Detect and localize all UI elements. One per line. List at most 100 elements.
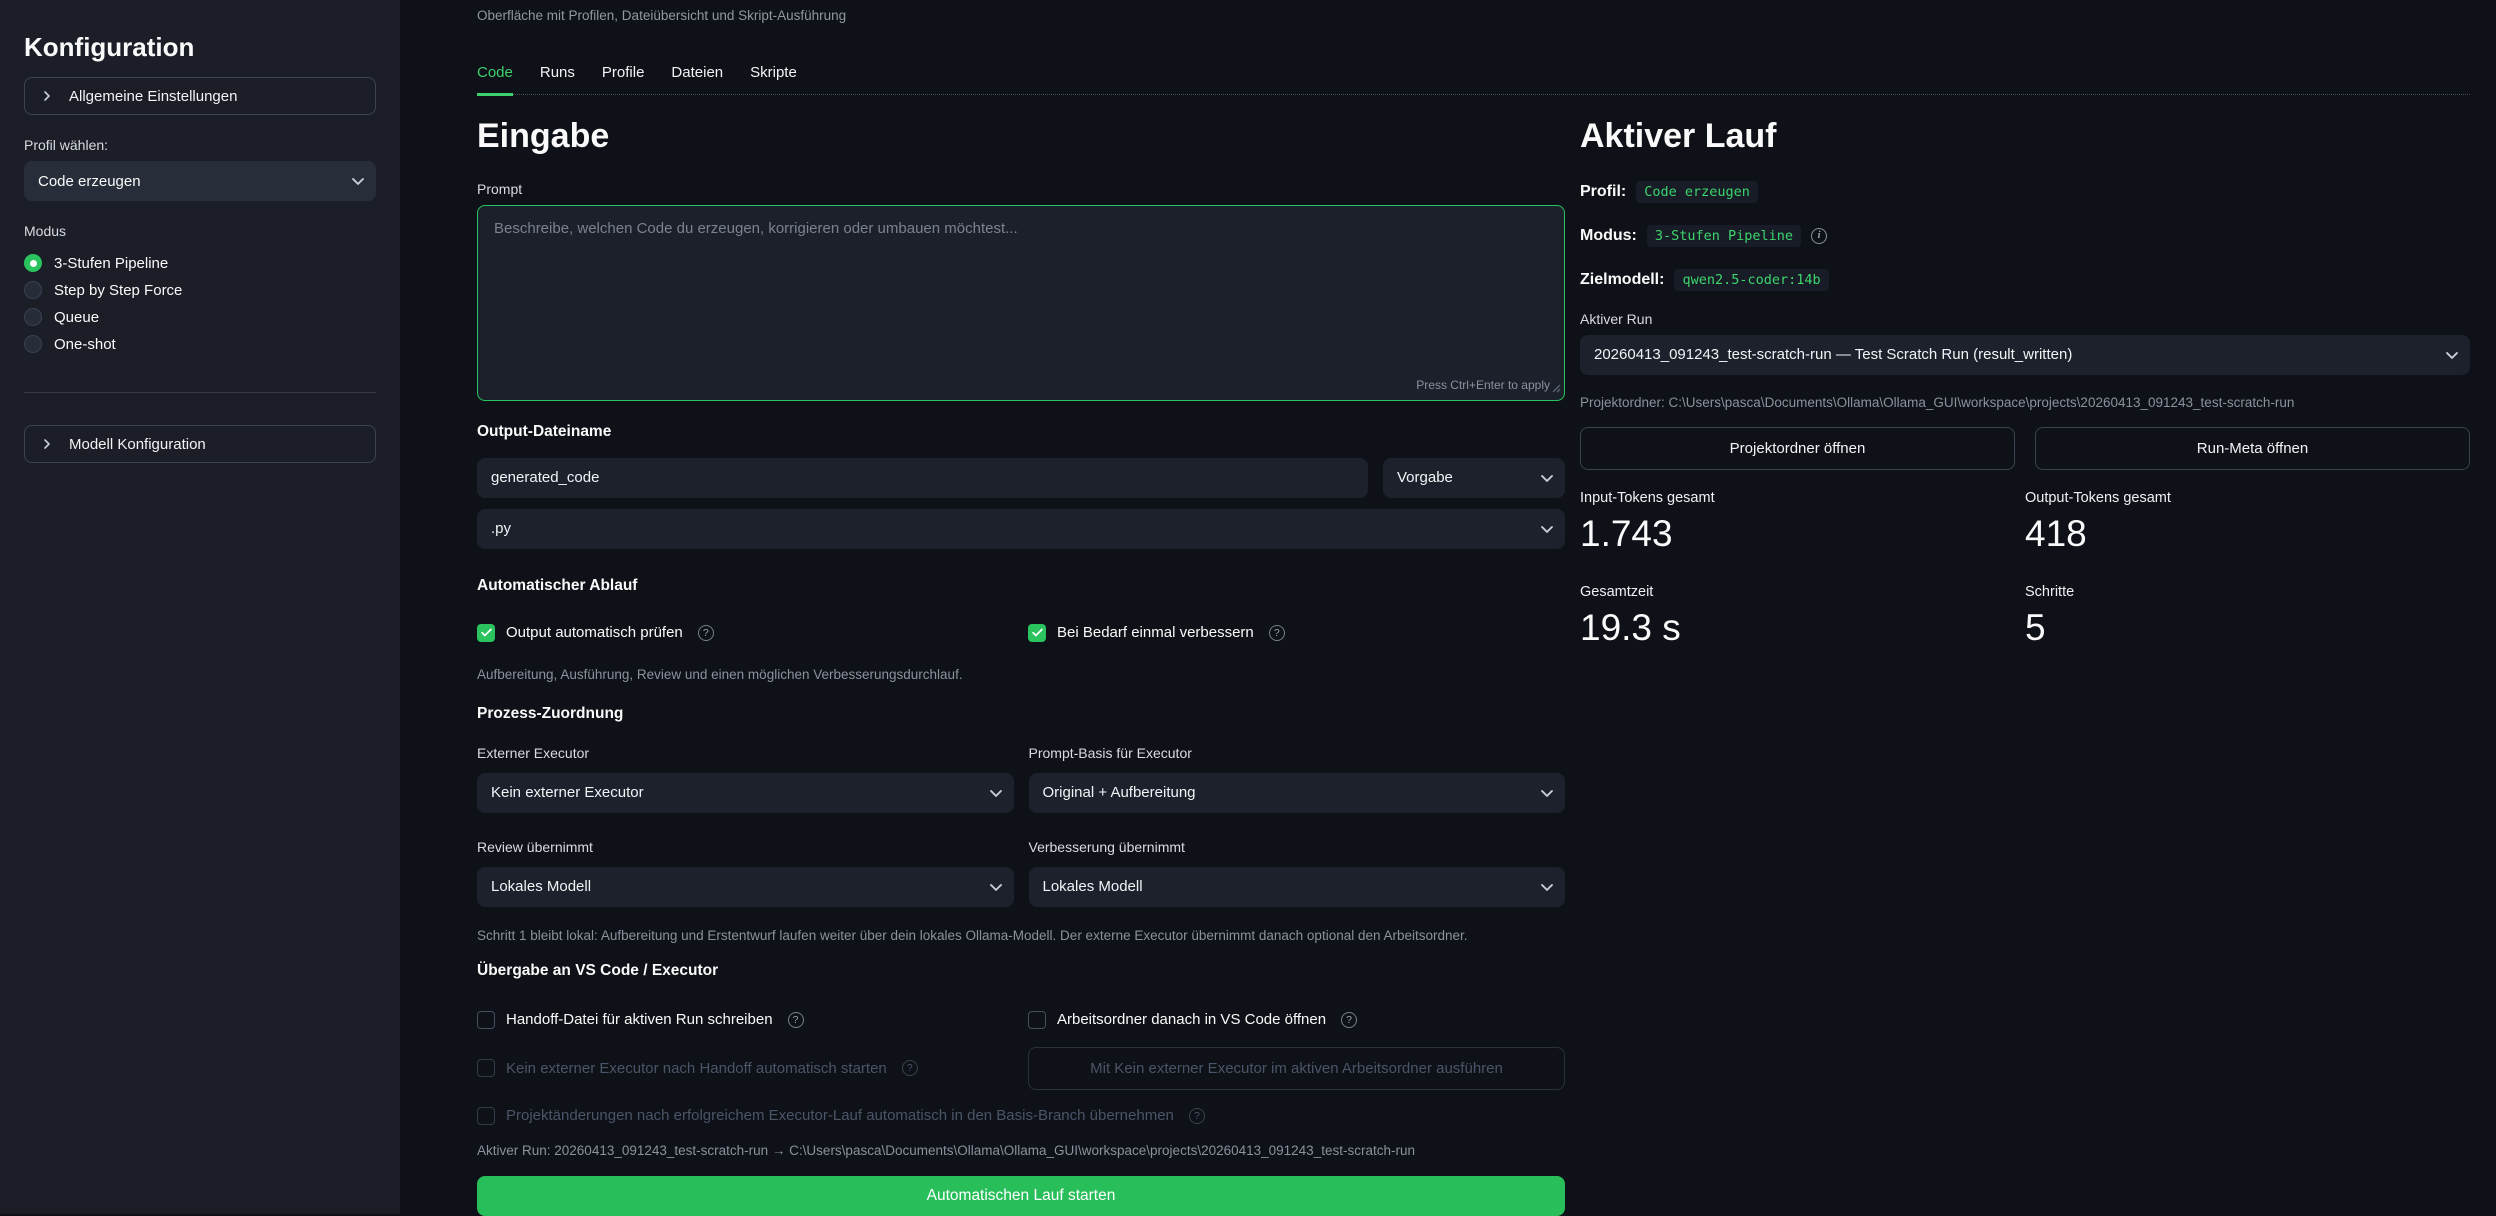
checkbox-merge-to-base-branch: Projektänderungen nach erfolgreichem Exe… xyxy=(477,1107,1565,1125)
filename-preset-select[interactable]: Vorgabe xyxy=(1383,458,1565,498)
open-run-meta-button[interactable]: Run-Meta öffnen xyxy=(2035,427,2470,470)
active-run-title: Aktiver Lauf xyxy=(1580,116,2470,157)
tab-runs[interactable]: Runs xyxy=(540,64,575,94)
chevron-down-icon xyxy=(986,877,1006,897)
metric-value: 1.743 xyxy=(1580,514,2025,555)
sidebar-divider xyxy=(24,392,376,393)
active-run-select-label: Aktiver Run xyxy=(1580,311,2470,327)
profile-select[interactable]: Code erzeugen xyxy=(24,161,376,201)
metric-input-tokens: Input-Tokens gesamt 1.743 xyxy=(1580,490,2025,555)
prompt-basis-select[interactable]: Original + Aufbereitung xyxy=(1029,773,1566,813)
process-section: Prozess-Zuordnung xyxy=(477,705,1565,723)
filename-preset-value: Vorgabe xyxy=(1397,469,1453,486)
checkbox-write-handoff[interactable]: Handoff-Datei für aktiven Run schreiben … xyxy=(477,1011,1028,1029)
radio-label: 3-Stufen Pipeline xyxy=(54,255,168,272)
checkbox-auto-check-output[interactable]: Output automatisch prüfen ? xyxy=(477,624,1028,642)
app-root: { "icons": { "help": "?", "info": "i" },… xyxy=(0,0,2496,1214)
metric-steps: Schritte 5 xyxy=(2025,584,2470,649)
resize-handle-icon[interactable] xyxy=(1550,380,1561,397)
checkbox-label: Output automatisch prüfen xyxy=(506,624,683,641)
external-executor-select[interactable]: Kein externer Executor xyxy=(477,773,1014,813)
profile-select-value: Code erzeugen xyxy=(38,173,141,190)
tab-dateien[interactable]: Dateien xyxy=(671,64,723,94)
chevron-down-icon xyxy=(1537,519,1557,539)
chevron-down-icon xyxy=(2442,345,2462,365)
start-auto-run-button[interactable]: Automatischen Lauf starten xyxy=(477,1176,1565,1216)
file-extension-value: .py xyxy=(491,520,511,537)
checkbox-unchecked-icon xyxy=(477,1059,495,1077)
chevron-down-icon xyxy=(348,171,368,191)
help-icon: ? xyxy=(698,625,714,641)
external-executor-value: Kein externer Executor xyxy=(491,784,644,801)
tab-profile[interactable]: Profile xyxy=(602,64,645,94)
active-run-panel: Aktiver Lauf Profil: Code erzeugen Modus… xyxy=(1580,100,2470,649)
checkbox-unchecked-icon xyxy=(1028,1011,1046,1029)
radio-label: One-shot xyxy=(54,336,116,353)
review-label: Review übernimmt xyxy=(477,839,1014,855)
chevron-right-icon xyxy=(39,436,55,452)
prompt-basis-value: Original + Aufbereitung xyxy=(1043,784,1196,801)
checkbox-improve-once[interactable]: Bei Bedarf einmal verbessern ? xyxy=(1028,624,1565,642)
help-icon: ? xyxy=(788,1012,804,1028)
active-run-caption: Aktiver Run: 20260413_091243_test-scratc… xyxy=(477,1143,1565,1158)
metric-output-tokens: Output-Tokens gesamt 418 xyxy=(2025,490,2470,555)
radio-option-pipeline[interactable]: 3-Stufen Pipeline xyxy=(24,253,376,273)
target-model-value: qwen2.5-coder:14b xyxy=(1674,269,1828,291)
checkbox-label: Handoff-Datei für aktiven Run schreiben xyxy=(506,1011,773,1028)
chevron-down-icon xyxy=(986,783,1006,803)
file-extension-select[interactable]: .py xyxy=(477,509,1565,549)
review-select[interactable]: Lokales Modell xyxy=(477,867,1014,907)
project-folder-caption: Projektordner: C:\Users\pasca\Documents\… xyxy=(1580,395,2470,410)
input-section: Eingabe Prompt Press Ctrl+Enter to apply… xyxy=(477,100,1565,1216)
prompt-textarea-wrapper: Press Ctrl+Enter to apply xyxy=(477,205,1565,401)
active-run-select-value: 20260413_091243_test-scratch-run — Test … xyxy=(1594,346,2072,363)
mode-group-label: Modus xyxy=(24,223,376,239)
checkbox-autostart-executor: Kein externer Executor nach Handoff auto… xyxy=(477,1059,1028,1077)
mode-info-label: Modus: xyxy=(1580,227,1637,245)
page-title: Eingabe xyxy=(477,116,1565,157)
checkbox-open-vscode[interactable]: Arbeitsordner danach in VS Code öffnen ? xyxy=(1028,1011,1565,1029)
radio-label: Step by Step Force xyxy=(54,282,182,299)
checkbox-checked-icon xyxy=(477,624,495,642)
radio-unselected-icon xyxy=(24,281,42,299)
checkbox-label: Projektänderungen nach erfolgreichem Exe… xyxy=(506,1107,1174,1124)
sidebar-title: Konfiguration xyxy=(24,32,376,63)
radio-option-one-shot[interactable]: One-shot xyxy=(24,334,376,354)
expander-model-config[interactable]: Modell Konfiguration xyxy=(24,425,376,463)
mode-radio-group: 3-Stufen Pipeline Step by Step Force Que… xyxy=(24,253,376,354)
expander-general-settings[interactable]: Allgemeine Einstellungen xyxy=(24,77,376,115)
run-executor-button: Mit Kein externer Executor im aktiven Ar… xyxy=(1028,1047,1565,1090)
open-project-folder-button[interactable]: Projektordner öffnen xyxy=(1580,427,2015,470)
handoff-section: Übergabe an VS Code / Executor xyxy=(477,962,1565,980)
chevron-down-icon xyxy=(1537,468,1557,488)
improvement-select[interactable]: Lokales Modell xyxy=(1029,867,1566,907)
app-subtitle: Oberfläche mit Profilen, Dateiübersicht … xyxy=(477,8,846,23)
radio-option-step-by-step[interactable]: Step by Step Force xyxy=(24,280,376,300)
radio-option-queue[interactable]: Queue xyxy=(24,307,376,327)
target-model-label: Zielmodell: xyxy=(1580,271,1664,289)
active-run-select[interactable]: 20260413_091243_test-scratch-run — Test … xyxy=(1580,335,2470,375)
checkbox-label: Bei Bedarf einmal verbessern xyxy=(1057,624,1254,641)
external-executor-label: Externer Executor xyxy=(477,745,1014,761)
checkbox-label: Kein externer Executor nach Handoff auto… xyxy=(506,1060,887,1077)
output-filename-value: generated_code xyxy=(491,469,599,486)
mode-info-value: 3-Stufen Pipeline xyxy=(1647,225,1801,247)
metric-label: Schritte xyxy=(2025,584,2470,600)
tab-skripte[interactable]: Skripte xyxy=(750,64,797,94)
info-icon: i xyxy=(1811,228,1827,244)
radio-unselected-icon xyxy=(24,308,42,326)
metric-total-time: Gesamtzeit 19.3 s xyxy=(1580,584,2025,649)
output-filename-input[interactable]: generated_code xyxy=(477,458,1368,498)
help-icon: ? xyxy=(902,1060,918,1076)
profile-info-row: Profil: Code erzeugen xyxy=(1580,181,2470,203)
prompt-basis-label: Prompt-Basis für Executor xyxy=(1029,745,1566,761)
metric-value: 418 xyxy=(2025,514,2470,555)
process-caption: Schritt 1 bleibt lokal: Aufbereitung und… xyxy=(477,928,1565,943)
help-icon: ? xyxy=(1341,1012,1357,1028)
improvement-label: Verbesserung übernimmt xyxy=(1029,839,1566,855)
expander-label: Modell Konfiguration xyxy=(69,436,206,453)
review-value: Lokales Modell xyxy=(491,878,591,895)
metric-label: Output-Tokens gesamt xyxy=(2025,490,2470,506)
prompt-textarea[interactable] xyxy=(478,206,1564,400)
tab-code[interactable]: Code xyxy=(477,64,513,96)
